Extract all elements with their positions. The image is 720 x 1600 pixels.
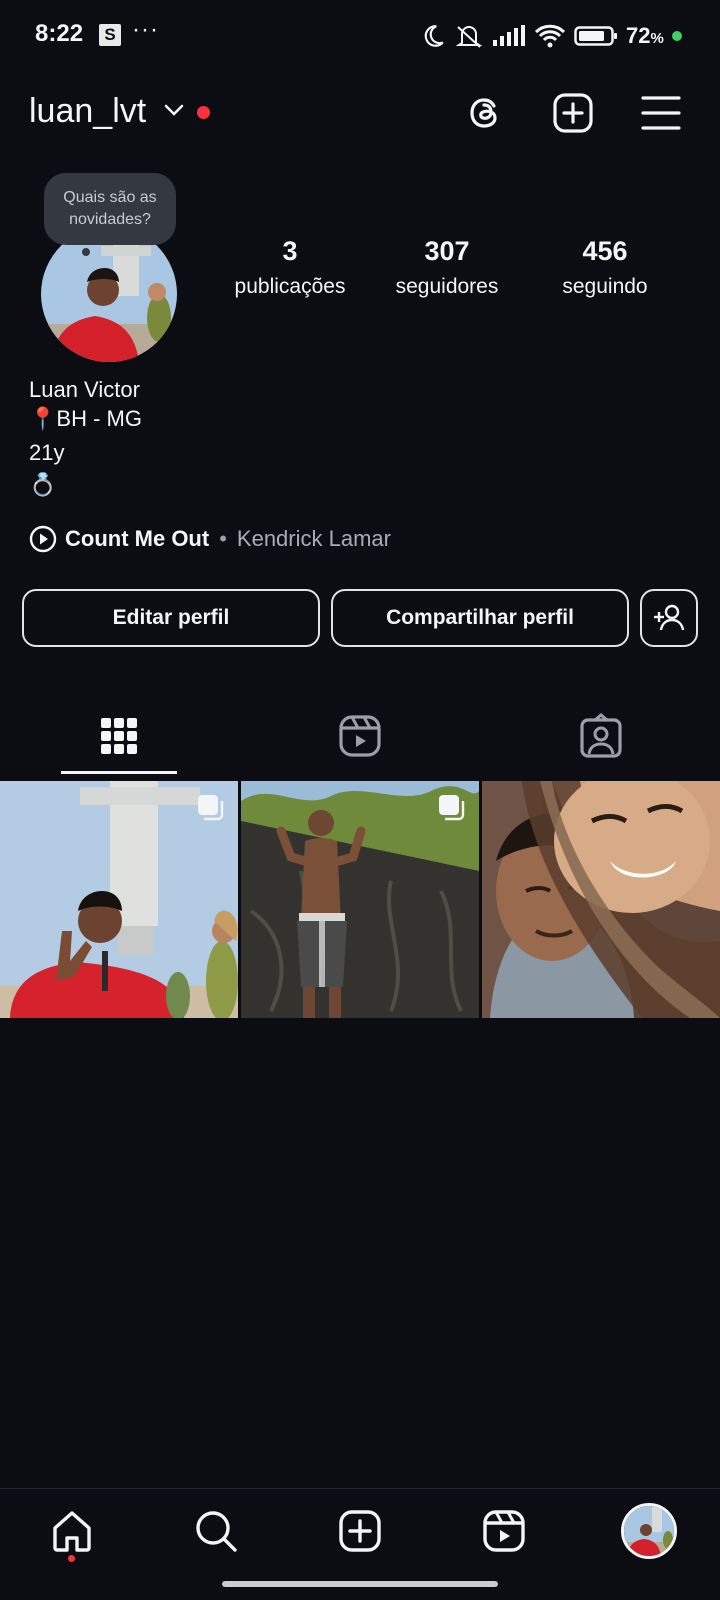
play-circle-icon: [29, 525, 57, 553]
followers-count-label: seguidores: [395, 275, 499, 298]
create-post-icon[interactable]: [552, 92, 594, 134]
edit-profile-button[interactable]: Editar perfil: [22, 589, 320, 647]
note-bubble-tail: [82, 248, 90, 256]
battery-percent: 72%: [626, 23, 664, 48]
song-artist: Kendrick Lamar: [236, 526, 391, 551]
reels-icon[interactable]: [481, 1508, 527, 1554]
notification-dot: [197, 106, 210, 119]
create-icon[interactable]: [337, 1508, 383, 1554]
system-icons: 72%: [420, 20, 682, 52]
following-count[interactable]: 456 seguindo: [525, 236, 685, 299]
post-thumbnail[interactable]: [482, 781, 720, 1018]
post-thumbnail[interactable]: [0, 781, 238, 1018]
threads-icon[interactable]: [464, 92, 506, 134]
posts-grid-tab-icon[interactable]: [95, 712, 143, 760]
status-time: 8:22: [35, 20, 84, 47]
home-notification-dot: [68, 1555, 75, 1562]
posts-count[interactable]: 3 publicações: [210, 236, 370, 299]
profile-name: Luan Victor: [29, 377, 140, 402]
profile-avatar-nav[interactable]: [621, 1503, 677, 1559]
post-thumbnail[interactable]: [241, 781, 479, 1018]
status-bar: 8:22 S ··· 72%: [0, 0, 720, 72]
do-not-disturb-icon: [424, 25, 444, 47]
more-notifications-icon: ···: [132, 16, 159, 43]
app-notification-badge: S: [99, 24, 121, 46]
song-separator: •: [219, 526, 227, 551]
multiple-images-icon: [198, 795, 224, 821]
home-icon[interactable]: [49, 1508, 95, 1554]
bio-line-age: 21y: [29, 440, 65, 465]
profile-avatar[interactable]: [41, 226, 177, 362]
active-tab-indicator: [61, 771, 177, 774]
reels-tab-icon[interactable]: [336, 712, 384, 760]
song-title: Count Me Out: [65, 526, 210, 551]
following-count-value: 456: [582, 236, 628, 266]
note-bubble[interactable]: Quais são as novidades?: [44, 173, 176, 245]
menu-icon[interactable]: [640, 92, 682, 134]
bio-line-ring: 💍: [29, 472, 57, 497]
mute-icon: [455, 26, 483, 48]
home-indicator[interactable]: [222, 1581, 498, 1587]
add-person-icon: [654, 604, 685, 631]
followers-count[interactable]: 307 seguidores: [367, 236, 527, 299]
profile-music[interactable]: Count Me Out • Kendrick Lamar: [29, 523, 391, 555]
posts-count-label: publicações: [234, 275, 346, 298]
wifi-icon: [534, 24, 566, 48]
share-profile-button[interactable]: Compartilhar perfil: [331, 589, 629, 647]
signal-icon: [493, 25, 525, 46]
followers-count-value: 307: [424, 236, 470, 266]
battery-icon: [574, 26, 617, 46]
posts-count-value: 3: [282, 236, 298, 266]
username-title[interactable]: luan_lvt: [29, 92, 146, 131]
bio-line-location: 📍BH - MG: [29, 406, 142, 431]
charging-dot: [671, 31, 682, 41]
search-icon[interactable]: [193, 1508, 239, 1554]
tagged-tab-icon[interactable]: [577, 712, 625, 760]
discover-people-button[interactable]: [640, 589, 698, 647]
chevron-down-icon[interactable]: [163, 103, 185, 117]
multiple-images-icon: [439, 795, 465, 821]
following-count-label: seguindo: [562, 275, 648, 298]
